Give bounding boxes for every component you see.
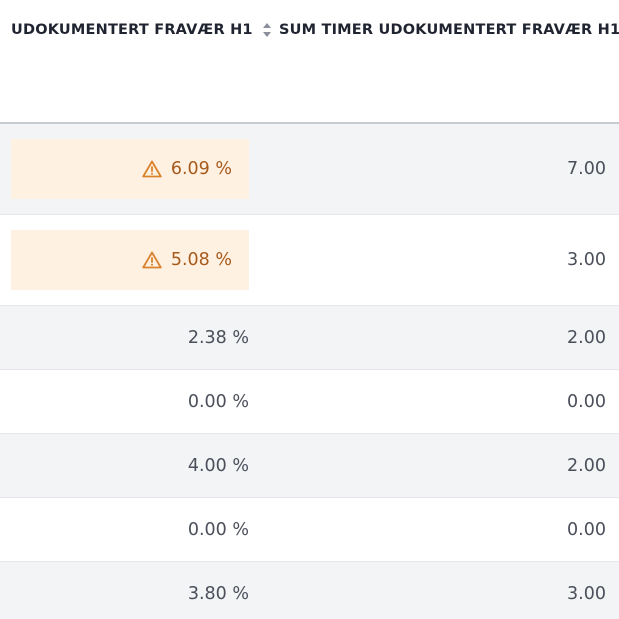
percent-value: 4.00 %	[187, 455, 249, 476]
column-header-label: UDOKUMENTERT FRAVÆR H1	[11, 22, 253, 38]
table-row[interactable]: 0.00 % 0.00	[0, 498, 619, 562]
absence-table: UDOKUMENTERT FRAVÆR H1 SUM TIMER UDOKUME…	[0, 0, 619, 619]
hours-value: 0.00	[567, 391, 606, 412]
table-row[interactable]: 2.38 % 2.00	[0, 306, 619, 370]
hours-cell: 2.00	[567, 434, 606, 497]
table-row[interactable]: 5.08 % 3.00	[0, 215, 619, 306]
hours-value: 3.00	[567, 583, 606, 604]
percent-cell: 0.00 %	[0, 370, 249, 433]
hours-cell: 2.00	[567, 306, 606, 369]
percent-value: 2.38 %	[187, 327, 249, 348]
hours-cell: 3.00	[567, 215, 606, 305]
percent-value: 0.00 %	[187, 519, 249, 540]
table-row[interactable]: 4.00 % 2.00	[0, 434, 619, 498]
table-row[interactable]: 6.09 % 7.00	[0, 124, 619, 215]
percent-value: 6.09 %	[170, 159, 232, 179]
percent-value: 0.00 %	[187, 391, 249, 412]
sort-icon[interactable]	[262, 22, 272, 38]
column-header-undocumented-absence[interactable]: UDOKUMENTERT FRAVÆR H1	[11, 22, 272, 38]
hours-value: 3.00	[567, 250, 606, 270]
hours-cell: 0.00	[567, 498, 606, 561]
percent-value: 5.08 %	[170, 250, 232, 270]
table-row[interactable]: 3.80 % 3.00	[0, 562, 619, 619]
percent-cell: 0.00 %	[0, 498, 249, 561]
warning-triangle-icon	[142, 251, 162, 269]
column-header-sum-hours[interactable]: SUM TIMER UDOKUMENTERT FRAVÆR H1	[279, 22, 619, 38]
table-row[interactable]: 0.00 % 0.00	[0, 370, 619, 434]
hours-value: 0.00	[567, 519, 606, 540]
hours-value: 2.00	[567, 455, 606, 476]
column-header-label: SUM TIMER UDOKUMENTERT FRAVÆR H1	[279, 22, 619, 38]
hours-value: 7.00	[567, 159, 606, 179]
warning-cell: 5.08 %	[11, 230, 249, 290]
percent-cell: 3.80 %	[0, 562, 249, 619]
warning-triangle-icon	[142, 160, 162, 178]
hours-cell: 0.00	[567, 370, 606, 433]
hours-cell: 3.00	[567, 562, 606, 619]
hours-value: 2.00	[567, 327, 606, 348]
percent-cell: 4.00 %	[0, 434, 249, 497]
warning-cell: 6.09 %	[11, 139, 249, 199]
hours-cell: 7.00	[567, 124, 606, 214]
table-header: UDOKUMENTERT FRAVÆR H1 SUM TIMER UDOKUME…	[0, 0, 619, 124]
percent-value: 3.80 %	[187, 583, 249, 604]
percent-cell: 2.38 %	[0, 306, 249, 369]
